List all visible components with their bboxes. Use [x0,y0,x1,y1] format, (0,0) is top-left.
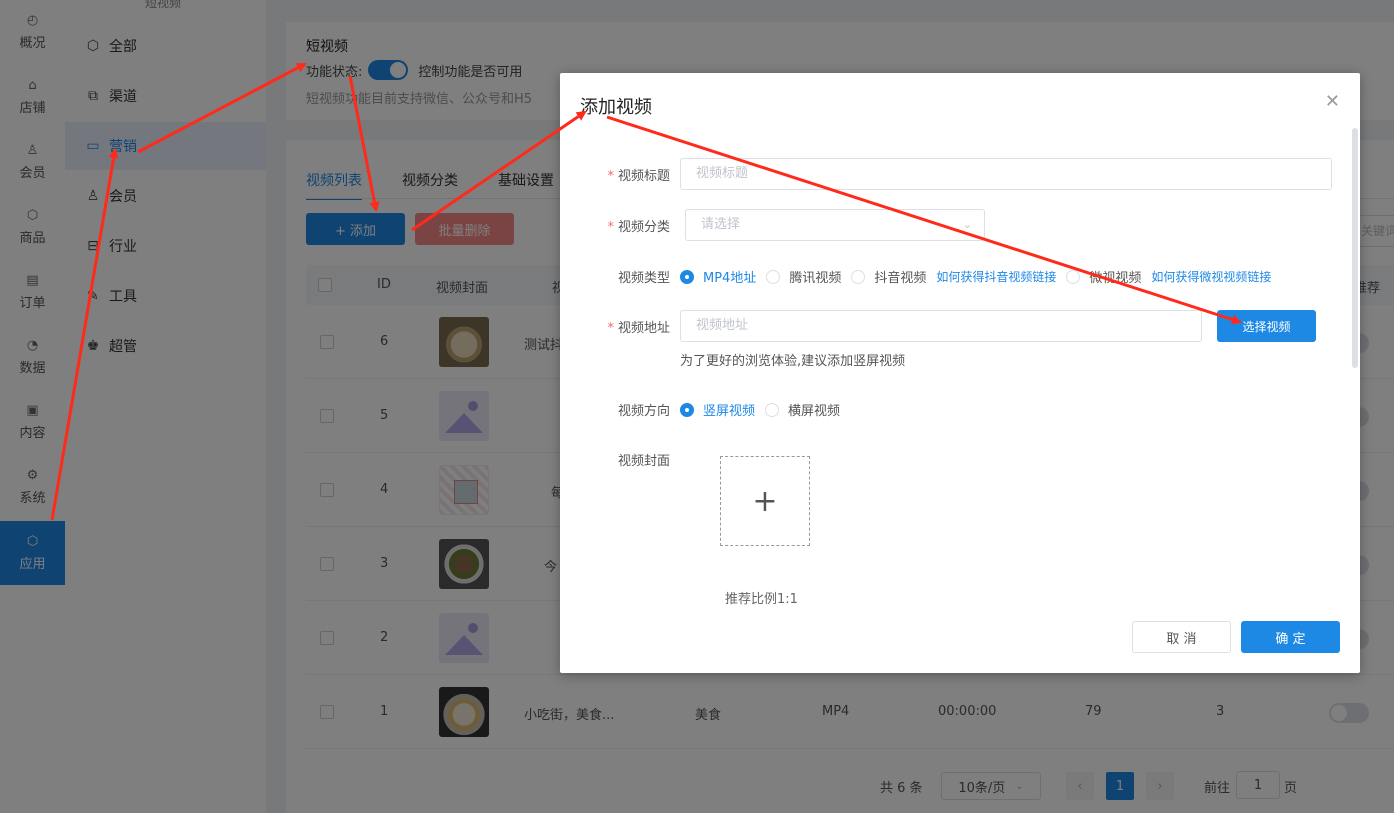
video-type-label: 视频类型 [617,271,670,286]
cancel-button[interactable]: 取 消 [1132,621,1231,653]
radio-tencent[interactable] [766,269,781,284]
video-title-label: * 视频标题 [607,169,670,184]
orientation-radio-group: 竖屏视频 横屏视频 [680,400,850,419]
video-title-input[interactable]: 视频标题 [680,158,1332,190]
douyin-help-link[interactable]: 如何获得抖音视频链接 [936,268,1056,285]
cover-upload[interactable]: + [720,456,810,546]
weishi-help-link[interactable]: 如何获得微视视频链接 [1151,268,1271,285]
video-category-label: * 视频分类 [607,220,670,235]
radio-landscape[interactable] [765,402,780,417]
video-url-input[interactable]: 视频地址 [680,310,1202,342]
dialog-title: 添加视频 [580,97,652,118]
video-url-label: * 视频地址 [607,321,670,336]
confirm-button[interactable]: 确 定 [1241,621,1340,653]
video-url-hint: 为了更好的浏览体验,建议添加竖屏视频 [680,354,906,369]
chevron-down-icon: ⌄ [962,218,972,231]
cover-ratio-hint: 推荐比例1:1 [725,592,798,607]
video-type-radio-group: MP4地址 腾讯视频 抖音视频 如何获得抖音视频链接 微视视频 如何获得微视视频… [680,267,1281,286]
video-cover-label: 视频封面 [617,454,670,469]
video-category-select[interactable]: 请选择 ⌄ [685,209,985,241]
plus-icon: + [752,483,778,519]
radio-mp4[interactable] [680,269,694,284]
radio-portrait[interactable] [680,402,694,417]
radio-douyin[interactable] [851,269,866,284]
dialog-scrollbar[interactable] [1352,128,1358,368]
choose-video-button[interactable]: 选择视频 [1217,310,1316,342]
video-orientation-label: 视频方向 [617,404,670,419]
add-video-dialog: 添加视频 ✕ * 视频标题 视频标题 * 视频分类 请选择 ⌄ 视频类型 MP4地址… [560,73,1360,673]
radio-weishi[interactable] [1066,269,1081,284]
close-icon[interactable]: ✕ [1325,91,1340,112]
